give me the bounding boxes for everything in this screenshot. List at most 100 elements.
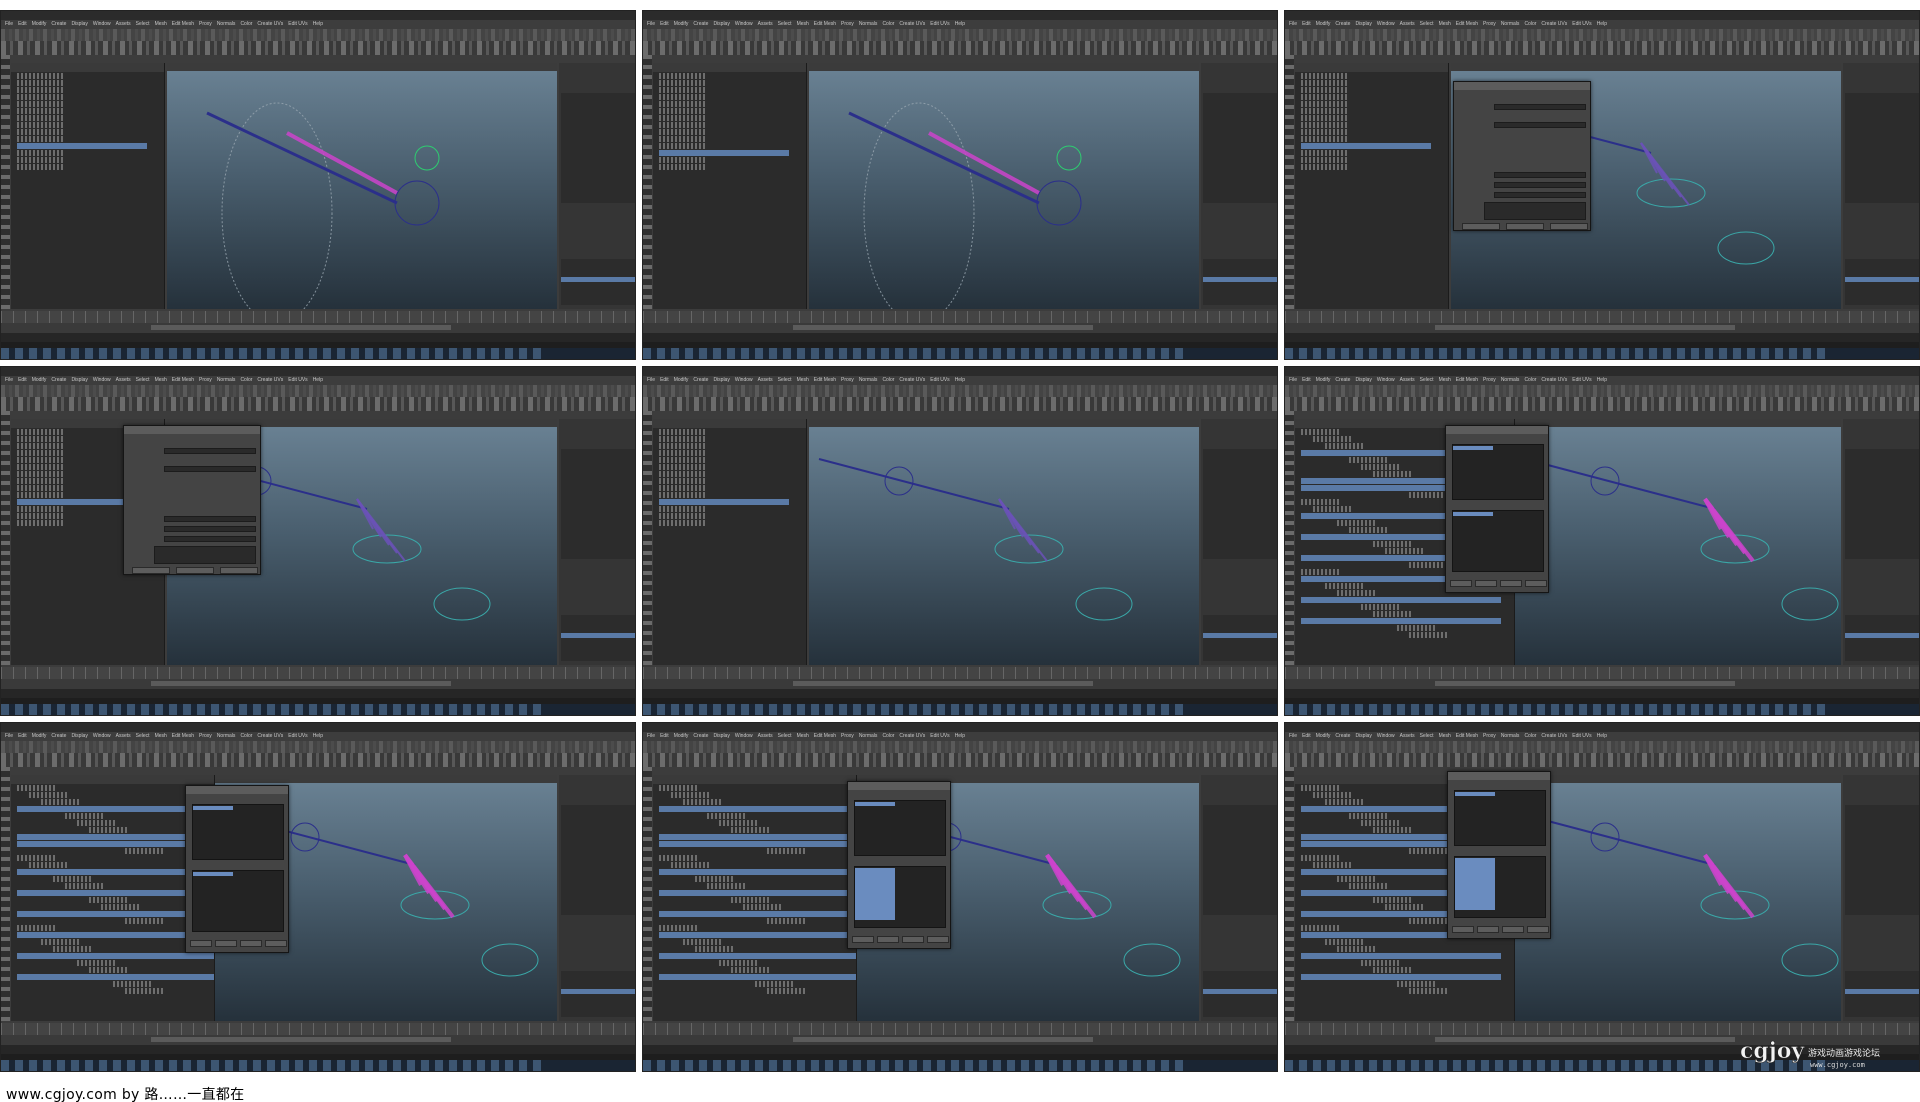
hypergraph-node-row[interactable] xyxy=(1385,904,1425,910)
hypergraph-node-row[interactable] xyxy=(1373,827,1413,833)
hypergraph-node-row[interactable] xyxy=(767,918,807,924)
menu-item[interactable]: Display xyxy=(713,733,729,739)
menu-item[interactable]: Edit UVs xyxy=(288,733,307,739)
menu-item[interactable]: Window xyxy=(735,377,753,383)
shelf-toolbar[interactable] xyxy=(1,397,635,411)
hypergraph-node-row[interactable] xyxy=(17,953,214,959)
status-line-toolbar[interactable] xyxy=(1,741,635,753)
menu-item[interactable]: Proxy xyxy=(841,733,854,739)
outliner-item[interactable] xyxy=(17,429,65,435)
hypergraph-node-row[interactable] xyxy=(1397,625,1437,631)
hypergraph-node-row[interactable] xyxy=(1373,471,1413,477)
status-line-toolbar[interactable] xyxy=(643,385,1277,397)
menu-item[interactable]: File xyxy=(1289,733,1297,739)
menu-item[interactable]: Modify xyxy=(674,377,689,383)
menu-item[interactable]: Normals xyxy=(1501,377,1520,383)
menu-item[interactable]: Help xyxy=(1597,733,1607,739)
key-button[interactable] xyxy=(190,940,212,947)
outliner-item[interactable] xyxy=(659,73,707,79)
ok-button[interactable] xyxy=(1462,223,1500,230)
outliner-item[interactable] xyxy=(659,499,789,505)
load-driven-button[interactable] xyxy=(240,940,262,947)
menu-item[interactable]: Create xyxy=(1335,733,1350,739)
hypergraph-node-row[interactable] xyxy=(1313,792,1353,798)
status-line-toolbar[interactable] xyxy=(1,385,635,397)
menu-item[interactable]: Color xyxy=(1524,733,1536,739)
menu-item[interactable]: Assets xyxy=(758,377,773,383)
menu-item[interactable]: Create xyxy=(51,21,66,27)
menu-item[interactable]: Create xyxy=(1335,21,1350,27)
load-driven-button[interactable] xyxy=(1502,926,1524,933)
hypergraph-node-row[interactable] xyxy=(743,904,783,910)
hypergraph-node-row[interactable] xyxy=(29,862,69,868)
menu-item[interactable]: Help xyxy=(955,21,965,27)
hypergraph-node-row[interactable] xyxy=(671,792,711,798)
menu-item[interactable]: Color xyxy=(1524,377,1536,383)
outliner-item[interactable] xyxy=(659,443,707,449)
attribute-field[interactable] xyxy=(164,536,256,542)
menu-item[interactable]: Create UVs xyxy=(257,377,283,383)
hypergraph-node-row[interactable] xyxy=(1349,457,1389,463)
load-driven-button[interactable] xyxy=(902,936,924,943)
tool-box[interactable] xyxy=(643,767,652,1021)
outliner-item[interactable] xyxy=(17,150,65,156)
menu-item[interactable]: Proxy xyxy=(199,733,212,739)
menu-item[interactable]: Display xyxy=(71,21,87,27)
hypergraph-node-row[interactable] xyxy=(113,981,153,987)
driver-list-pane[interactable] xyxy=(854,800,946,856)
attribute-field[interactable] xyxy=(1494,122,1586,128)
shelf-toolbar[interactable] xyxy=(1285,753,1919,767)
selected-driver[interactable] xyxy=(193,806,233,810)
menu-item[interactable]: Create UVs xyxy=(257,21,283,27)
time-slider[interactable] xyxy=(643,311,1277,323)
menu-item[interactable]: Edit xyxy=(18,733,27,739)
hypergraph-node-row[interactable] xyxy=(1325,939,1365,945)
driver-list-pane[interactable] xyxy=(1452,444,1544,500)
hypergraph-node-row[interactable] xyxy=(1301,855,1341,861)
hypergraph-node-row[interactable] xyxy=(659,834,856,840)
menu-item[interactable]: Assets xyxy=(1400,377,1415,383)
hypergraph-node-row[interactable] xyxy=(659,841,856,847)
hypergraph-node-row[interactable] xyxy=(1337,946,1377,952)
menu-item[interactable]: Display xyxy=(71,377,87,383)
cancel-button[interactable] xyxy=(1550,223,1588,230)
tool-box[interactable] xyxy=(1285,411,1294,665)
command-line[interactable] xyxy=(643,689,1277,698)
outliner-item[interactable] xyxy=(17,122,65,128)
channel-box-layer-editor[interactable] xyxy=(559,775,635,1021)
hypergraph-node-row[interactable] xyxy=(41,799,81,805)
menu-item[interactable]: Select xyxy=(136,21,150,27)
menu-item[interactable]: Edit Mesh xyxy=(1456,377,1478,383)
menu-item[interactable]: Edit Mesh xyxy=(172,733,194,739)
hypergraph-node-row[interactable] xyxy=(1337,590,1377,596)
outliner-item[interactable] xyxy=(17,464,65,470)
cancel-button[interactable] xyxy=(220,567,258,574)
hypergraph-node-row[interactable] xyxy=(719,820,759,826)
hypergraph-node-row[interactable] xyxy=(659,855,699,861)
hypergraph-node-row[interactable] xyxy=(731,897,771,903)
menu-item[interactable]: Display xyxy=(71,733,87,739)
outliner-item[interactable] xyxy=(659,485,707,491)
menu-item[interactable]: Assets xyxy=(758,21,773,27)
outliner-item[interactable] xyxy=(17,87,65,93)
hypergraph-node-row[interactable] xyxy=(659,869,856,875)
tool-box[interactable] xyxy=(1,767,10,1021)
hypergraph-node-row[interactable] xyxy=(53,876,93,882)
set-driven-key-dialog[interactable] xyxy=(1447,771,1551,939)
range-slider[interactable] xyxy=(643,679,1277,689)
selected-layer[interactable] xyxy=(561,277,635,282)
hypergraph-node-row[interactable] xyxy=(1301,429,1341,435)
outliner-item[interactable] xyxy=(659,157,707,163)
menu-item[interactable]: Select xyxy=(778,21,792,27)
menu-item[interactable]: Assets xyxy=(1400,21,1415,27)
perspective-viewport[interactable] xyxy=(809,419,1199,665)
hypergraph-node-row[interactable] xyxy=(707,883,747,889)
shelf-toolbar[interactable] xyxy=(1,41,635,55)
menu-item[interactable]: Mesh xyxy=(1439,377,1451,383)
key-button[interactable] xyxy=(1450,580,1472,587)
menu-item[interactable]: Mesh xyxy=(1439,21,1451,27)
hypergraph-node-row[interactable] xyxy=(659,974,856,980)
hypergraph-node-row[interactable] xyxy=(1349,527,1389,533)
menu-item[interactable]: Color xyxy=(240,21,252,27)
channel-box-layer-editor[interactable] xyxy=(1201,419,1277,665)
